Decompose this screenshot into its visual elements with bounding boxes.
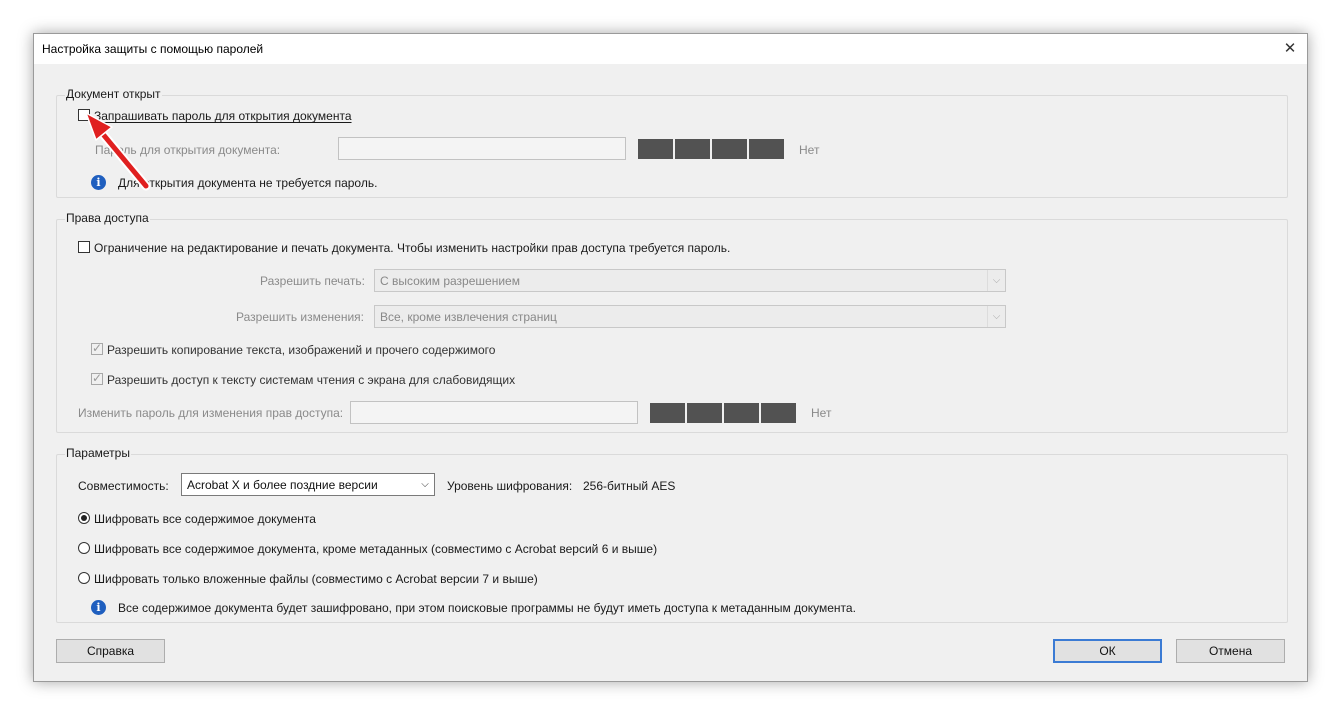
encrypt-except-metadata-label[interactable]: Шифровать все содержимое документа, кром… — [94, 542, 657, 556]
strength-segment — [761, 403, 796, 423]
allow-copy-checkbox[interactable] — [91, 341, 103, 355]
permissions-password-label: Изменить пароль для изменения прав досту… — [78, 406, 344, 420]
changes-allowed-value: Все, кроме извлечения страниц — [380, 310, 557, 324]
strength-segment — [724, 403, 759, 423]
encrypt-all-radio[interactable] — [78, 512, 90, 524]
encrypt-attachments-label[interactable]: Шифровать только вложенные файлы (совмес… — [94, 572, 538, 586]
printing-allowed-value: С высоким разрешением — [380, 274, 520, 288]
strength-segment — [650, 403, 685, 423]
close-icon[interactable]: ✕ — [1279, 38, 1301, 60]
open-info-text: Для открытия документа не требуется паро… — [118, 176, 378, 190]
strength-segment — [712, 139, 747, 159]
chevron-down-icon: ⌵ — [421, 479, 429, 490]
open-password-strength-text: Нет — [799, 143, 820, 157]
require-open-password-label[interactable]: Запрашивать пароль для открытия документ… — [94, 109, 352, 123]
permissions-group: Права доступа Ограничение на редактирова… — [56, 211, 1288, 433]
password-security-dialog: Настройка защиты с помощью паролей ✕ Док… — [33, 33, 1308, 682]
chevron-down-icon: ⌵ — [987, 270, 1005, 291]
parameters-group: Параметры Совместимость: Acrobat X и бол… — [56, 446, 1288, 623]
strength-segment — [675, 139, 710, 159]
encrypt-all-label[interactable]: Шифровать все содержимое документа — [94, 512, 316, 526]
changes-allowed-select[interactable]: Все, кроме извлечения страниц ⌵ — [374, 305, 1006, 328]
compatibility-select[interactable]: Acrobat X и более поздние версии ⌵ — [181, 473, 435, 496]
dialog-title: Настройка защиты с помощью паролей — [42, 42, 264, 56]
restrict-editing-label[interactable]: Ограничение на редактирование и печать д… — [94, 241, 730, 255]
info-icon: i — [91, 600, 106, 615]
title-bar: Настройка защиты с помощью паролей ✕ — [34, 34, 1307, 64]
encryption-level-value: 256-битный AES — [583, 479, 676, 493]
help-button[interactable]: Справка — [56, 639, 165, 663]
parameters-legend: Параметры — [65, 446, 131, 460]
allow-copy-label[interactable]: Разрешить копирование текста, изображени… — [107, 343, 495, 357]
restrict-editing-checkbox[interactable] — [78, 241, 90, 253]
ok-button[interactable]: ОК — [1053, 639, 1162, 663]
open-password-label: Пароль для открытия документа: — [95, 143, 281, 157]
printing-allowed-label: Разрешить печать: — [260, 274, 365, 288]
encrypt-attachments-radio[interactable] — [78, 572, 90, 584]
printing-allowed-select[interactable]: С высоким разрешением ⌵ — [374, 269, 1006, 292]
strength-segment — [687, 403, 722, 423]
document-open-group: Документ открыт Запрашивать пароль для о… — [56, 87, 1288, 198]
permissions-password-strength-text: Нет — [811, 406, 832, 420]
chevron-down-icon: ⌵ — [987, 306, 1005, 327]
permissions-password-input[interactable] — [350, 401, 638, 424]
document-open-legend: Документ открыт — [65, 87, 162, 101]
open-password-input[interactable] — [338, 137, 626, 160]
parameters-info-text: Все содержимое документа будет зашифрова… — [118, 601, 856, 615]
encrypt-except-metadata-radio[interactable] — [78, 542, 90, 554]
allow-screen-reader-label[interactable]: Разрешить доступ к тексту системам чтени… — [107, 373, 515, 387]
require-open-password-checkbox[interactable] — [78, 109, 90, 121]
compatibility-value: Acrobat X и более поздние версии — [187, 478, 378, 492]
changes-allowed-label: Разрешить изменения: — [236, 310, 364, 324]
permissions-legend: Права доступа — [65, 211, 150, 225]
compatibility-label: Совместимость: — [78, 479, 169, 493]
strength-segment — [638, 139, 673, 159]
info-icon: i — [91, 175, 106, 190]
strength-segment — [749, 139, 784, 159]
open-password-strength-meter — [638, 139, 784, 159]
cancel-button[interactable]: Отмена — [1176, 639, 1285, 663]
encryption-level-label: Уровень шифрования: — [447, 479, 573, 493]
permissions-password-strength-meter — [650, 403, 796, 423]
allow-screen-reader-checkbox[interactable] — [91, 371, 103, 385]
